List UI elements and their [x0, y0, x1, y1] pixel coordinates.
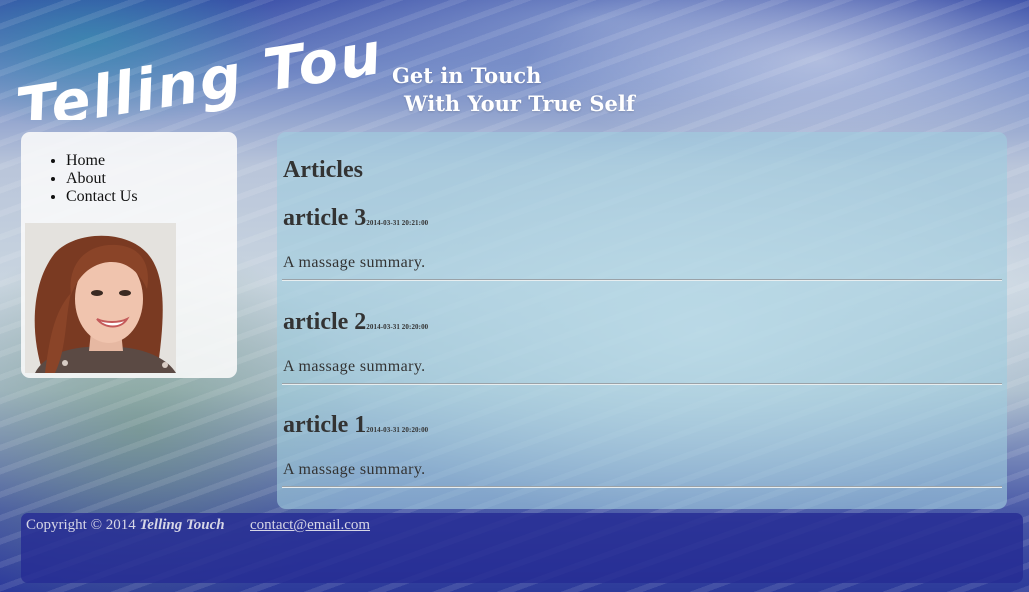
logo-graphic: Telling Touch	[12, 6, 384, 120]
article-title[interactable]: article 12014-03-31 20:20:00	[283, 412, 428, 439]
contact-email-link[interactable]: contact@email.com	[250, 517, 370, 534]
article-item: article 12014-03-31 20:20:00 A massage s…	[282, 412, 1002, 512]
articles-panel: Articles article 32014-03-31 20:21:00 A …	[277, 132, 1007, 509]
tagline-line-2: With Your True Self	[404, 91, 635, 116]
tagline-line-1: Get in Touch	[392, 63, 542, 88]
article-date: 2014-03-31 20:20:00	[366, 323, 429, 331]
article-title-text[interactable]: article 2	[283, 309, 366, 335]
sidebar: Home About Contact Us	[21, 132, 237, 378]
logo-text: Telling Touch	[12, 6, 384, 120]
nav-item-contact-us[interactable]: Contact Us	[66, 188, 138, 206]
footer-copyright: Copyright © 2014 Telling Touch	[26, 517, 225, 534]
nav-item-home[interactable]: Home	[66, 152, 138, 170]
site-logo[interactable]: Telling Touch	[4, 2, 384, 120]
copyright-text: Copyright © 2014	[26, 517, 136, 533]
profile-photo	[25, 223, 176, 373]
tagline: Get in Touch With Your True Self	[392, 62, 635, 118]
article-summary: A massage summary.	[283, 358, 426, 375]
article-title[interactable]: article 32014-03-31 20:21:00	[283, 205, 428, 232]
nav-list: Home About Contact Us	[66, 152, 138, 206]
article-divider	[282, 486, 1002, 488]
article-title-text[interactable]: article 1	[283, 412, 366, 438]
article-title-text[interactable]: article 3	[283, 205, 366, 231]
article-divider	[282, 383, 1002, 385]
article-date: 2014-03-31 20:20:00	[366, 426, 429, 434]
article-divider	[282, 279, 1002, 281]
article-item: article 22014-03-31 20:20:00 A massage s…	[282, 309, 1002, 409]
article-item: article 32014-03-31 20:21:00 A massage s…	[282, 205, 1002, 305]
article-title[interactable]: article 22014-03-31 20:20:00	[283, 309, 428, 336]
article-summary: A massage summary.	[283, 254, 426, 271]
footer: Copyright © 2014 Telling Touch contact@e…	[21, 513, 1023, 583]
article-summary: A massage summary.	[283, 461, 426, 478]
article-date: 2014-03-31 20:21:00	[366, 219, 429, 227]
articles-heading: Articles	[283, 157, 363, 183]
nav-item-about[interactable]: About	[66, 170, 138, 188]
portrait-illustration	[25, 223, 176, 373]
footer-brand: Telling Touch	[139, 517, 225, 533]
